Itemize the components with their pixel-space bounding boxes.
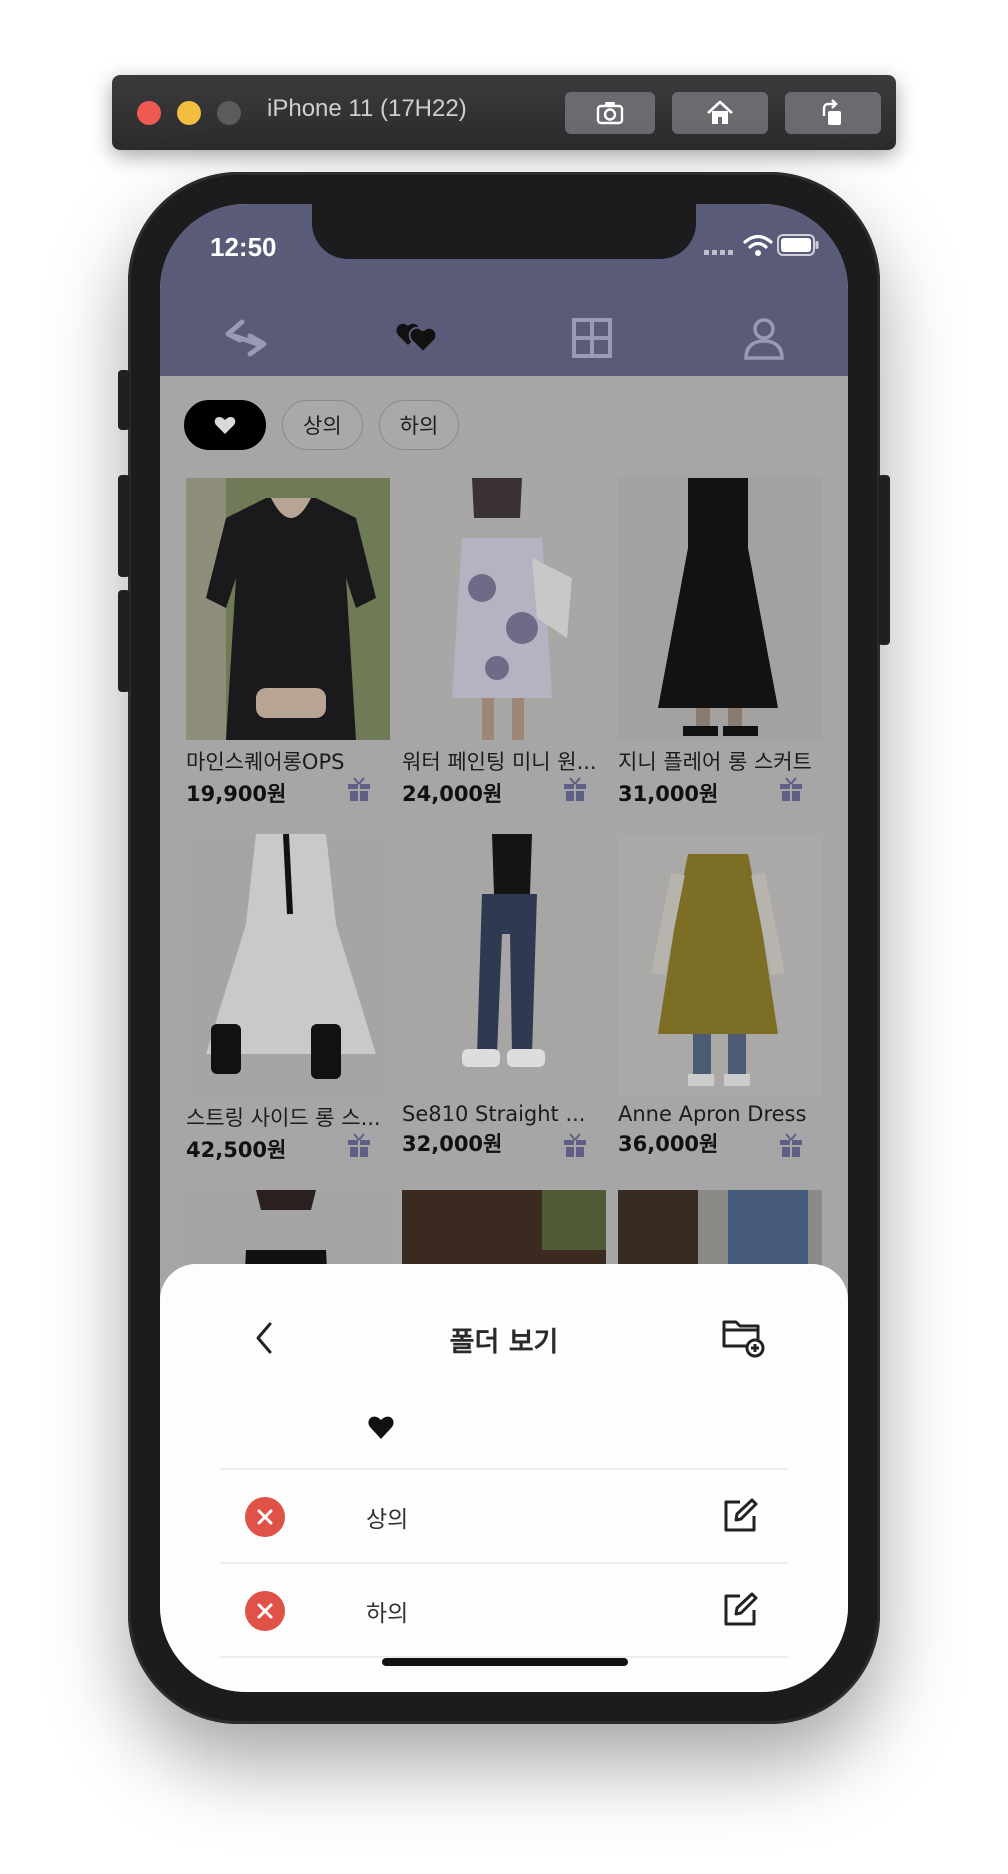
product-image	[186, 478, 390, 740]
folder-sheet: 폴더 보기 상의 하의	[160, 1264, 848, 1692]
hearts-icon	[396, 323, 438, 354]
battery-icon	[777, 234, 819, 256]
chip-tops[interactable]: 상의	[282, 400, 363, 450]
simulator-toolbar: iPhone 11 (17H22)	[112, 75, 896, 150]
folder-chips: 상의 하의	[184, 400, 460, 450]
volume-down-button	[118, 590, 130, 692]
minimize-window-button[interactable]	[177, 101, 201, 125]
product-card[interactable]: 마인스퀘어롱OPS 19,900원	[186, 478, 390, 808]
gift-icon[interactable]	[562, 776, 588, 802]
product-image	[402, 834, 606, 1096]
heart-icon[interactable]	[367, 1414, 395, 1442]
product-card[interactable]: Se810 Straight ... 32,000원	[402, 834, 606, 1158]
product-name: Se810 Straight ...	[402, 1102, 586, 1126]
chip-bottoms[interactable]: 하의	[378, 400, 460, 450]
profile-tab[interactable]	[738, 312, 790, 364]
product-card[interactable]: 지니 플레어 롱 스커트 31,000원	[618, 478, 822, 808]
product-image	[618, 834, 822, 1096]
delete-folder-button[interactable]	[245, 1591, 285, 1631]
grid-tab[interactable]	[566, 312, 618, 364]
product-name: Anne Apron Dress	[618, 1102, 807, 1126]
rotate-icon	[822, 99, 841, 125]
product-card[interactable]: Anne Apron Dress 36,000원	[618, 834, 822, 1158]
close-icon	[257, 1509, 273, 1525]
grid-icon	[572, 318, 612, 358]
profile-icon	[744, 318, 784, 360]
product-card[interactable]: 워터 페인팅 미니 원... 24,000원	[402, 478, 606, 808]
home-button[interactable]	[672, 92, 768, 134]
product-image	[402, 478, 606, 740]
heart-icon	[214, 417, 236, 434]
folder-row[interactable]: 상의	[220, 1470, 788, 1562]
volume-up-button	[118, 475, 130, 577]
swap-tab[interactable]	[220, 312, 272, 364]
gift-icon[interactable]	[778, 1132, 804, 1158]
product-name: 마인스퀘어롱OPS	[186, 750, 345, 774]
gift-icon[interactable]	[346, 1132, 372, 1158]
screenshot-button[interactable]	[565, 92, 655, 134]
notch	[312, 204, 696, 259]
product-name: 스트링 사이드 롱 스...	[186, 1106, 381, 1130]
product-image	[618, 478, 822, 740]
zoom-window-button[interactable]	[217, 101, 241, 125]
camera-icon	[596, 102, 624, 125]
edit-icon[interactable]	[720, 1496, 760, 1536]
gift-icon[interactable]	[346, 776, 372, 802]
add-folder-icon[interactable]	[720, 1314, 768, 1362]
folder-label: 상의	[366, 1507, 409, 1533]
edit-icon[interactable]	[720, 1590, 760, 1630]
product-card[interactable]: 스트링 사이드 롱 스... 42,500원	[186, 834, 390, 1164]
hearts-tab[interactable]	[392, 312, 444, 364]
swap-icon	[225, 319, 267, 357]
close-icon	[257, 1603, 273, 1619]
product-name: 지니 플레어 롱 스커트	[618, 750, 812, 774]
rotate-button[interactable]	[785, 92, 881, 134]
simulator-title: iPhone 11 (17H22)	[267, 95, 467, 122]
delete-folder-button[interactable]	[245, 1497, 285, 1537]
wifi-icon	[743, 234, 773, 256]
status-time: 12:50	[210, 232, 277, 262]
folder-label: 하의	[366, 1601, 409, 1627]
signal-icon	[704, 250, 733, 255]
home-indicator	[382, 1658, 628, 1666]
product-image	[186, 834, 390, 1096]
chip-all-favorites[interactable]	[184, 400, 266, 450]
home-icon	[707, 100, 733, 124]
gift-icon[interactable]	[562, 1132, 588, 1158]
product-name: 워터 페인팅 미니 원...	[402, 750, 597, 774]
power-button	[878, 475, 890, 645]
phone-screen: 12:50 상의 하의 마인스퀘어롱OPS 19,900원 워터 페인팅 미니 …	[160, 204, 848, 1692]
close-window-button[interactable]	[137, 101, 161, 125]
folder-row[interactable]: 하의	[220, 1564, 788, 1656]
gift-icon[interactable]	[778, 776, 804, 802]
mute-switch	[118, 370, 130, 430]
